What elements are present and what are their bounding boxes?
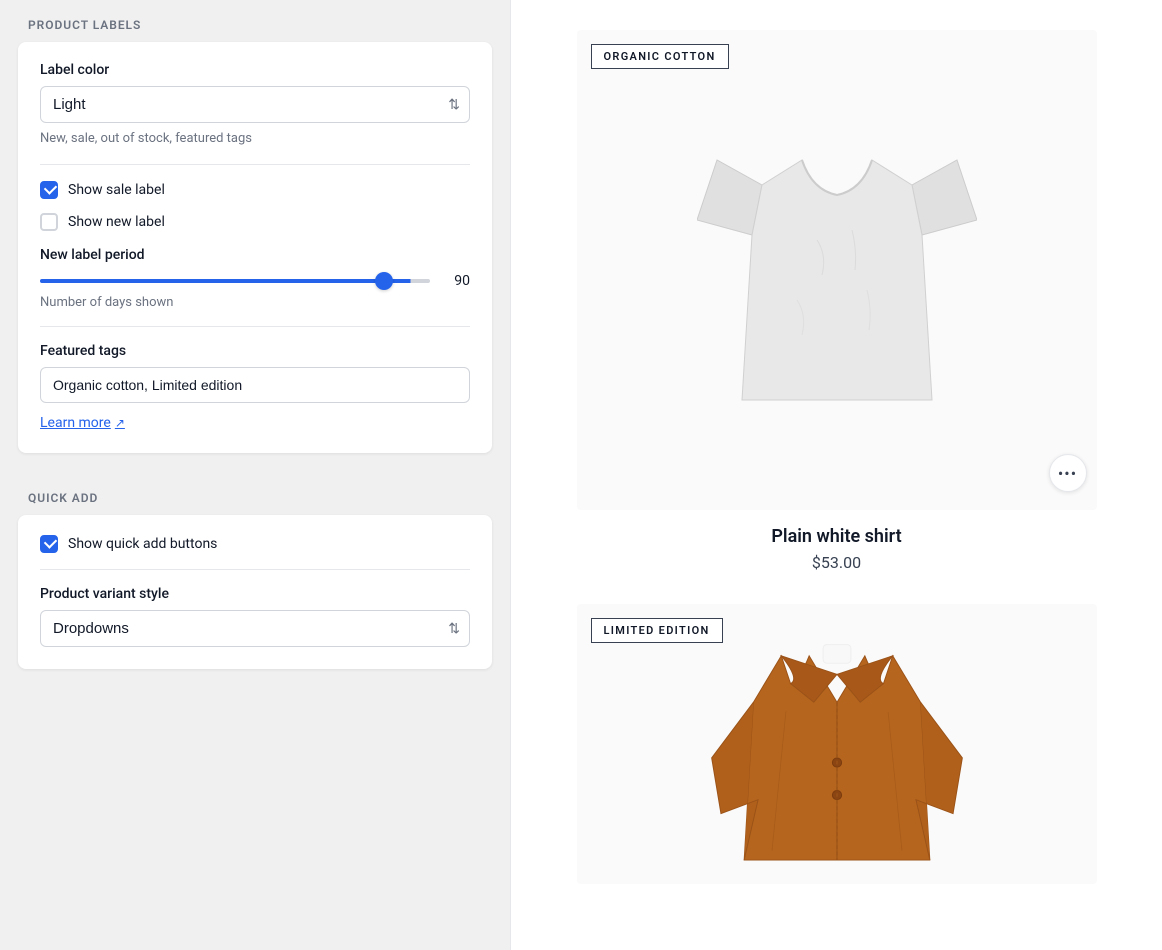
quick-add-section-header: QUICK ADD: [0, 473, 510, 515]
new-label-period-section: New label period 90 Number of days shown: [40, 247, 470, 310]
product-card-1: ORGANIC COTTON: [577, 30, 1097, 572]
label-color-helper: New, sale, out of stock, featured tags: [40, 130, 470, 148]
product-1-name: Plain white shirt: [577, 526, 1097, 547]
new-label-period-label: New label period: [40, 247, 470, 263]
divider-1: [40, 164, 470, 165]
left-panel: PRODUCT LABELS Label color Light Dark ⇅ …: [0, 0, 510, 950]
show-sale-label-text: Show sale label: [68, 182, 165, 198]
slider-row: 90: [40, 273, 470, 289]
show-new-label-checkbox[interactable]: [40, 213, 58, 231]
product-variant-style-select[interactable]: Dropdowns Buttons: [40, 610, 470, 647]
quick-add-card: Show quick add buttons Product variant s…: [18, 515, 492, 669]
product-1-tshirt-image: [667, 80, 1007, 460]
product-2-label-badge: LIMITED EDITION: [591, 618, 723, 643]
featured-tags-input[interactable]: [40, 367, 470, 403]
external-link-icon: ↗: [115, 416, 125, 430]
product-labels-card: Label color Light Dark ⇅ New, sale, out …: [18, 42, 492, 453]
divider-3: [40, 569, 470, 570]
product-2-image-wrapper: LIMITED EDITION: [577, 604, 1097, 884]
right-panel: ORGANIC COTTON: [511, 0, 1162, 950]
slider-value-display: 90: [442, 273, 470, 289]
product-variant-style-label: Product variant style: [40, 586, 470, 602]
show-quick-add-text: Show quick add buttons: [68, 536, 217, 552]
product-card-2: LIMITED EDITION: [577, 604, 1097, 884]
label-color-select-wrapper: Light Dark ⇅: [40, 86, 470, 123]
product-1-price: $53.00: [577, 553, 1097, 572]
show-sale-label-checkbox[interactable]: [40, 181, 58, 199]
label-color-select[interactable]: Light Dark: [40, 86, 470, 123]
product-1-more-button[interactable]: •••: [1049, 454, 1087, 492]
product-1-label-badge: ORGANIC COTTON: [591, 44, 729, 69]
divider-2: [40, 326, 470, 327]
slider-helper-text: Number of days shown: [40, 295, 470, 310]
show-sale-label-row: Show sale label: [40, 181, 470, 199]
featured-tags-label: Featured tags: [40, 343, 470, 359]
product-labels-section-header: PRODUCT LABELS: [0, 0, 510, 42]
learn-more-text: Learn more: [40, 415, 111, 431]
product-variant-style-select-wrapper: Dropdowns Buttons ⇅: [40, 610, 470, 647]
new-label-period-slider[interactable]: [40, 279, 430, 283]
learn-more-link[interactable]: Learn more ↗: [40, 415, 125, 431]
product-1-info: Plain white shirt $53.00: [577, 510, 1097, 572]
show-quick-add-checkbox[interactable]: [40, 535, 58, 553]
show-quick-add-row: Show quick add buttons: [40, 535, 470, 553]
show-new-label-row: Show new label: [40, 213, 470, 231]
show-new-label-text: Show new label: [68, 214, 165, 230]
label-color-label: Label color: [40, 62, 470, 78]
product-1-image-wrapper: ORGANIC COTTON: [577, 30, 1097, 510]
